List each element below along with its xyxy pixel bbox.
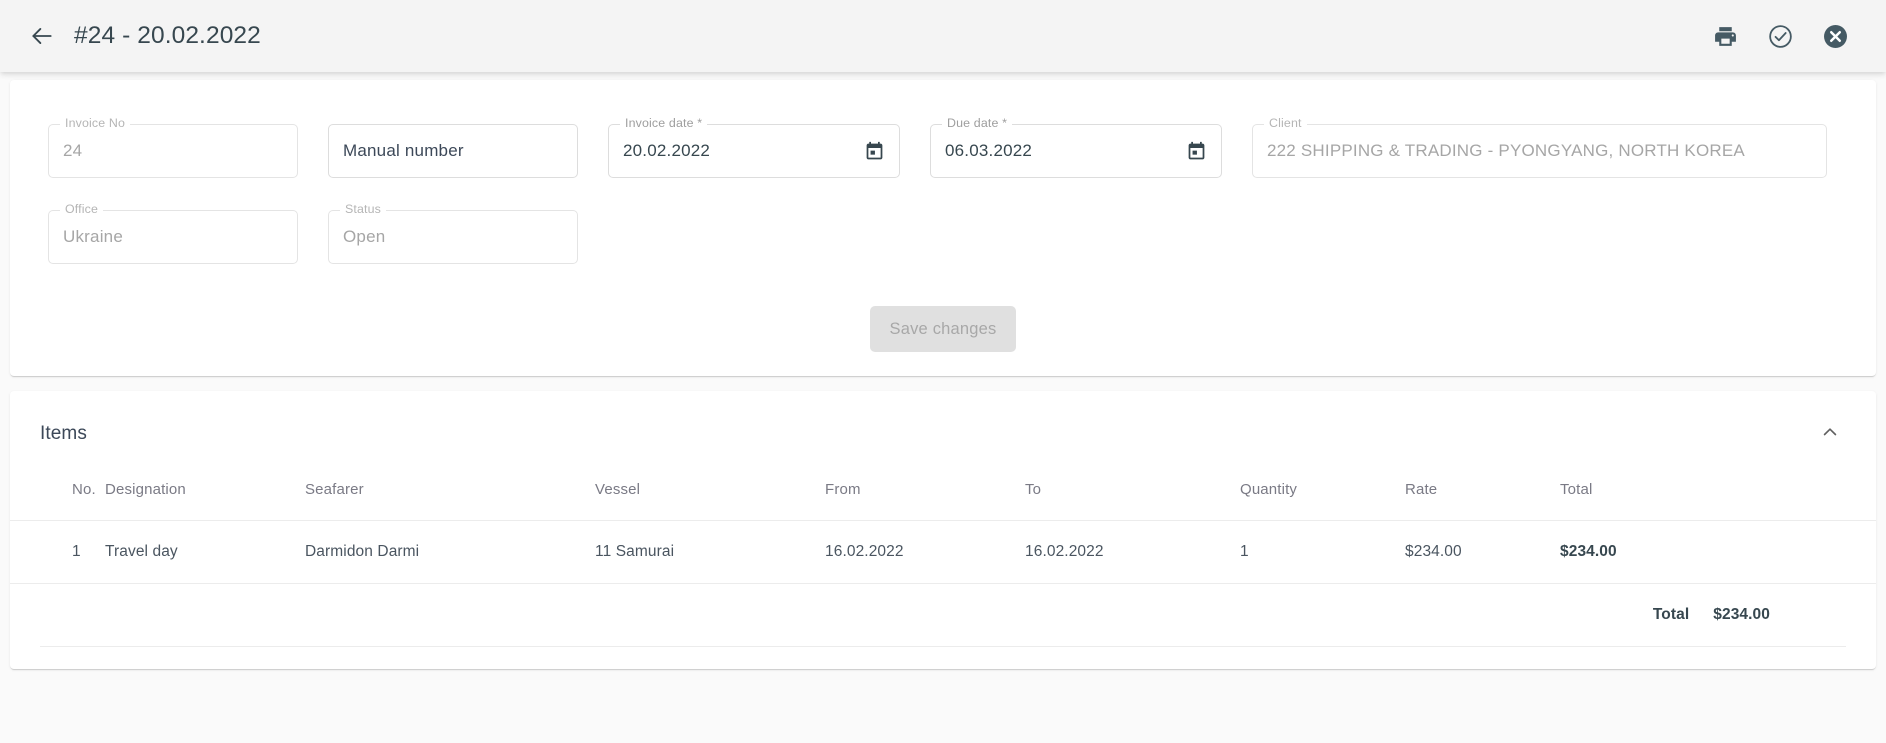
due-date-calendar-icon[interactable] <box>1176 141 1207 162</box>
office-label: Office <box>60 202 104 216</box>
column-header-from: From <box>825 481 861 498</box>
cell-total: $234.00 <box>1560 520 1876 584</box>
cell-seafarer: Darmidon Darmi <box>305 520 595 584</box>
items-total-label: Total <box>1652 606 1690 623</box>
items-header-row: No. Designation Seafarer Vessel From To … <box>10 481 1876 521</box>
app-bar-actions <box>1710 21 1860 51</box>
items-total-cell: Total $234.00 <box>10 583 1876 646</box>
due-date-value: 06.03.2022 <box>945 141 1033 160</box>
form-row-2: Office Ukraine Status Open <box>48 202 1838 264</box>
approve-button[interactable] <box>1765 21 1795 51</box>
table-row[interactable]: 1 Travel day Darmidon Darmi 11 Samurai 1… <box>10 520 1876 584</box>
items-total-inner: Total $234.00 <box>10 606 1876 624</box>
check-circle-icon <box>1767 23 1794 50</box>
due-date-field[interactable]: Due date * 06.03.2022 <box>930 116 1222 178</box>
items-title: Items <box>40 423 87 444</box>
cell-to: 16.02.2022 <box>1025 520 1240 584</box>
column-header-vessel: Vessel <box>595 481 641 498</box>
arrow-left-icon <box>29 23 55 49</box>
back-button[interactable] <box>22 16 62 56</box>
app-bar: #24 - 20.02.2022 <box>0 0 1886 72</box>
client-field[interactable]: Client 222 SHIPPING & TRADING - PYONGYAN… <box>1252 116 1827 178</box>
due-date-label: Due date * <box>942 116 1013 130</box>
invoice-form-card: Invoice No 24 Manual number Invoice date… <box>10 80 1876 376</box>
invoice-no-value: 24 <box>63 141 83 160</box>
cell-quantity: 1 <box>1240 520 1405 584</box>
column-header-to: To <box>1025 481 1042 498</box>
chevron-up-icon <box>1820 422 1840 447</box>
manual-number-field[interactable]: Manual number <box>328 124 578 178</box>
form-row-1: Invoice No 24 Manual number Invoice date… <box>48 116 1838 178</box>
column-header-seafarer: Seafarer <box>305 481 364 498</box>
page-title: #24 - 20.02.2022 <box>74 22 261 49</box>
items-card: Items No. Designation Seafarer Vessel Fr… <box>10 391 1876 669</box>
invoice-no-label: Invoice No <box>60 116 131 130</box>
invoice-date-calendar-icon[interactable] <box>854 141 885 162</box>
save-changes-button[interactable]: Save changes <box>869 306 1017 352</box>
items-collapse-button[interactable] <box>1814 418 1846 450</box>
cell-vessel: 11 Samurai <box>595 520 825 584</box>
column-header-rate: Rate <box>1405 481 1438 498</box>
invoice-date-value: 20.02.2022 <box>623 141 711 160</box>
manual-number-placeholder: Manual number <box>343 141 464 160</box>
cell-no: 1 <box>10 520 105 584</box>
items-table-body: 1 Travel day Darmidon Darmi 11 Samurai 1… <box>10 520 1876 646</box>
print-button[interactable] <box>1710 21 1740 51</box>
status-field[interactable]: Status Open <box>328 202 578 264</box>
status-value: Open <box>343 227 386 246</box>
cell-rate: $234.00 <box>1405 520 1560 584</box>
invoice-date-field[interactable]: Invoice date * 20.02.2022 <box>608 116 900 178</box>
column-header-quantity: Quantity <box>1240 481 1298 498</box>
page-content: Invoice No 24 Manual number Invoice date… <box>0 80 1886 743</box>
items-total-value: $234.00 <box>1713 606 1770 623</box>
x-circle-icon <box>1822 23 1849 50</box>
status-label: Status <box>340 202 387 216</box>
column-header-designation: Designation <box>105 481 186 498</box>
invoice-no-field[interactable]: Invoice No 24 <box>48 116 298 178</box>
items-header: Items <box>10 413 1876 455</box>
items-table: No. Designation Seafarer Vessel From To … <box>10 481 1876 646</box>
cell-from: 16.02.2022 <box>825 520 1025 584</box>
printer-icon <box>1713 24 1738 49</box>
column-header-no: No. <box>72 481 96 498</box>
column-header-total: Total <box>1560 481 1593 498</box>
client-value: 222 SHIPPING & TRADING - PYONGYANG, NORT… <box>1267 141 1745 160</box>
items-table-head: No. Designation Seafarer Vessel From To … <box>10 481 1876 521</box>
close-button[interactable] <box>1820 21 1850 51</box>
cell-designation: Travel day <box>105 520 305 584</box>
items-total-row: Total $234.00 <box>10 583 1876 646</box>
invoice-date-label: Invoice date * <box>620 116 708 130</box>
office-value: Ukraine <box>63 227 123 246</box>
office-field[interactable]: Office Ukraine <box>48 202 298 264</box>
save-button-container: Save changes <box>48 306 1838 352</box>
items-bottom-padding <box>10 647 1876 669</box>
client-label: Client <box>1264 116 1307 130</box>
